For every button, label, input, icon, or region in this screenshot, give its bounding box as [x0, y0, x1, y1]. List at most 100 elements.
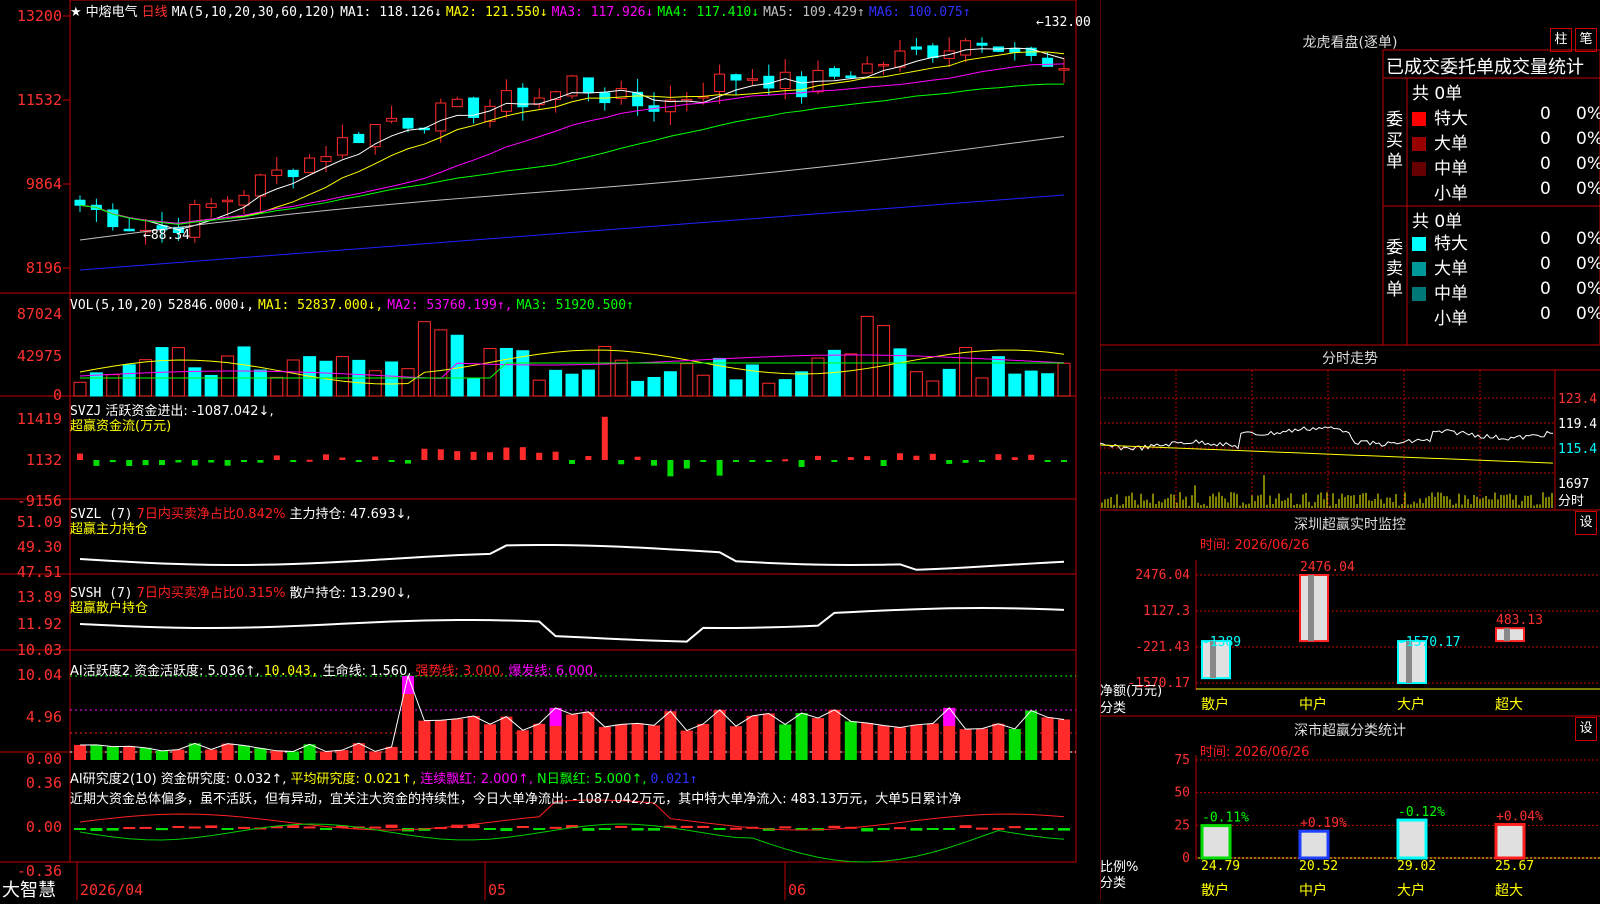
volume-bar [959, 347, 973, 397]
candle-body [451, 98, 463, 108]
candle-body [222, 199, 234, 203]
activity-bar [238, 745, 250, 760]
activity-bar [812, 718, 824, 760]
research-bar [188, 826, 201, 829]
fund-flow-bar [159, 460, 165, 466]
candle-body [304, 157, 316, 174]
stock-name[interactable]: 中熔电气 [86, 5, 138, 20]
sz-settings-button[interactable]: 设 [1575, 511, 1597, 535]
research-bar [549, 826, 562, 829]
buy-total: 共 0单 [1412, 84, 1463, 104]
volume-bar [401, 368, 415, 397]
fund-flow-bar [749, 460, 756, 462]
research-bar [894, 827, 906, 830]
activity-bar [664, 711, 677, 760]
activity-bar [1008, 728, 1021, 760]
fs-title[interactable]: 分时走势 [1100, 348, 1600, 368]
tab-zhu[interactable]: 柱 [1550, 28, 1572, 52]
fund-flow-bar [683, 460, 690, 469]
sell-count: 0 [1540, 254, 1551, 274]
volume-bar [549, 369, 563, 397]
research-bar [648, 828, 660, 831]
candle-body [205, 203, 217, 208]
fund-flow-bar [847, 457, 854, 460]
sz-category-label: 超大 [1495, 697, 1523, 713]
research-bar [680, 825, 693, 828]
fund-flow-bar [601, 416, 608, 460]
volume-bar [926, 380, 940, 397]
sz-bar-value: -1570.17 [1398, 635, 1461, 650]
buy-count: 0 [1540, 179, 1551, 199]
volume-bar [877, 325, 891, 397]
activity-bar [861, 723, 874, 760]
fund-flow-bar [962, 460, 969, 463]
candle-body [845, 75, 857, 79]
activity-bar [336, 750, 349, 760]
buy-pct: 0% [1576, 104, 1600, 124]
fund-flow-bar [929, 453, 936, 460]
fund-flow-bar [667, 460, 674, 477]
research-bar [976, 827, 988, 830]
vol-label: VOL(5,10,20) [70, 298, 164, 313]
sell-pct: 0% [1576, 304, 1600, 324]
candle-body [582, 77, 594, 93]
activity-bar [287, 751, 300, 760]
ss-bar [1396, 818, 1428, 860]
ss-settings-button[interactable]: 设 [1575, 717, 1597, 741]
activity-bar [746, 715, 759, 760]
ss-bar-value: 24.79 [1201, 859, 1240, 874]
fs-price-line [1099, 426, 1554, 451]
fund-flow-bar [421, 448, 428, 460]
activity-bar [795, 713, 808, 760]
fund-flow-bar [224, 460, 231, 466]
volume-bar [89, 372, 103, 397]
candle-body [74, 199, 86, 206]
volume-bar [762, 382, 776, 397]
fund-flow-bar [208, 460, 215, 463]
price-tick-label: 11532 [17, 91, 62, 109]
fund-flow-bar [782, 459, 789, 462]
research-bar [926, 828, 939, 830]
activity-bar [582, 711, 595, 760]
fund-flow-bar [798, 460, 805, 467]
volume-bar [729, 379, 743, 397]
volume-bar [483, 348, 497, 397]
activity-bar [697, 723, 710, 760]
research-bar [320, 828, 332, 830]
ss-bar-value: 25.67 [1495, 859, 1534, 874]
activity-bar [516, 730, 529, 760]
fund-flow-bar [323, 454, 329, 460]
tab-bi[interactable]: 笔 [1575, 28, 1597, 52]
ai1-tick-label: 10.04 [17, 666, 62, 684]
period-label[interactable]: 日线 [142, 5, 168, 20]
sell-swatch [1412, 262, 1426, 276]
activity-bar [451, 718, 464, 760]
ss-bar-value: 29.02 [1397, 859, 1436, 874]
buy-name: 特大 [1434, 109, 1468, 129]
fund-flow-bar [109, 460, 116, 463]
volume-bar [631, 380, 645, 397]
ai2-desc: 资金研究度: 0.032↑, [160, 772, 287, 787]
fund-flow-bar [634, 456, 641, 460]
sell-swatch [1412, 312, 1426, 326]
svsh-tick-label: 10.03 [17, 641, 62, 659]
fund-flow-bar [191, 460, 198, 466]
sz-bar-value: -1389 [1202, 635, 1241, 650]
fund-flow-bar [339, 457, 346, 460]
fund-flow-bar [503, 447, 510, 460]
volume-bar [204, 374, 218, 397]
research-bar [713, 828, 726, 830]
activity-bar [877, 725, 890, 760]
fund-flow-bar [142, 460, 149, 466]
fund-flow-bar [77, 453, 83, 460]
ss-category-label: 大户 [1397, 882, 1425, 899]
activity-bar [910, 724, 923, 760]
chart-canvas[interactable]: 13200 11532 9864 8196 ←132.00 ←88.34 87024 4297… [0, 0, 1100, 900]
candle-body [287, 169, 299, 178]
sz-bar-value: 2476.04 [1300, 560, 1355, 575]
sz-tick-label: -221.43 [1135, 640, 1190, 655]
sell-swatch [1412, 287, 1426, 301]
ai2-text: 近期大资金总体偏多，虽不活跃，但有异动，宜关注大资金的持续性，今日大单净流出: … [70, 792, 962, 807]
chart-area[interactable]: 13200 11532 9864 8196 ←132.00 ←88.34 87024 4297… [0, 0, 1100, 901]
buy-count: 0 [1540, 154, 1551, 174]
